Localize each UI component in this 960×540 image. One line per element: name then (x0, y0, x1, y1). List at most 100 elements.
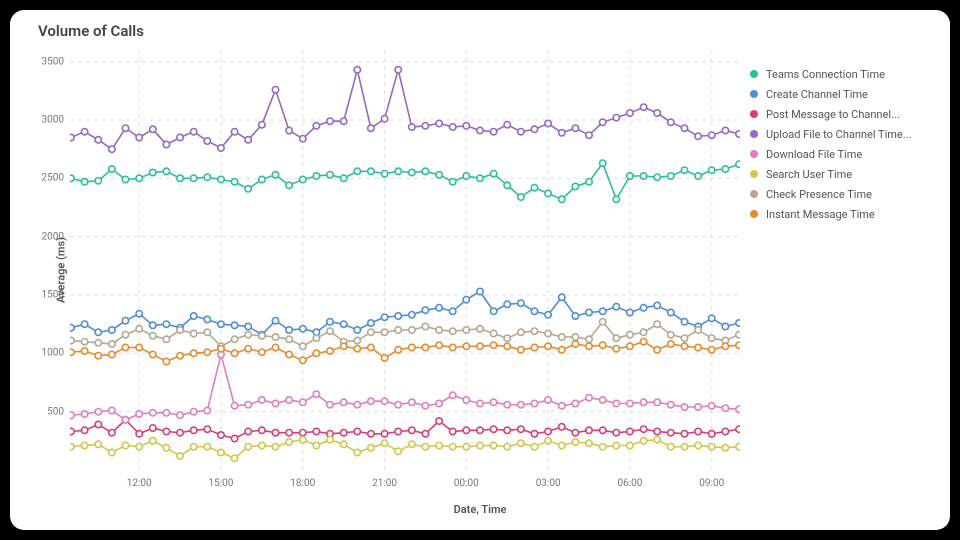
data-point (572, 125, 578, 131)
data-point (654, 347, 660, 353)
legend-item[interactable]: Upload File to Channel Time... (746, 124, 936, 144)
data-point (613, 346, 619, 352)
data-point (477, 175, 483, 181)
data-point (654, 428, 660, 434)
data-point (463, 123, 469, 129)
legend-color-dot (750, 130, 758, 138)
data-point (191, 175, 197, 181)
data-point (600, 444, 606, 450)
y-tick-label: 2500 (42, 173, 64, 184)
data-point (163, 141, 169, 147)
data-point (354, 337, 360, 343)
data-point (436, 442, 442, 448)
data-point (313, 391, 319, 397)
data-point (559, 347, 565, 353)
data-point (722, 445, 728, 451)
data-point (313, 335, 319, 341)
data-point (709, 315, 715, 321)
data-point (409, 312, 415, 318)
data-point (368, 168, 374, 174)
legend-item[interactable]: Instant Message Time (746, 204, 936, 224)
data-point (150, 322, 156, 328)
data-point (722, 127, 728, 133)
legend-item[interactable]: Download File Time (746, 144, 936, 164)
data-point (722, 405, 728, 411)
data-point (259, 442, 265, 448)
data-point (95, 329, 101, 335)
data-point (313, 428, 319, 434)
legend-item[interactable]: Create Channel Time (746, 84, 936, 104)
data-point (600, 119, 606, 125)
data-point (613, 430, 619, 436)
data-point (259, 176, 265, 182)
data-point (109, 146, 115, 152)
data-point (531, 400, 537, 406)
data-point (395, 402, 401, 408)
legend-color-dot (750, 70, 758, 78)
data-point (122, 332, 128, 338)
data-point (709, 132, 715, 138)
y-tick-label: 3500 (42, 56, 64, 67)
data-point (368, 445, 374, 451)
data-point (313, 350, 319, 356)
data-point (695, 344, 701, 350)
data-point (354, 402, 360, 408)
data-point (504, 402, 510, 408)
data-point (450, 179, 456, 185)
data-point (272, 430, 278, 436)
chart-legend: Teams Connection TimeCreate Channel Time… (746, 64, 936, 224)
legend-item[interactable]: Teams Connection Time (746, 64, 936, 84)
data-point (327, 402, 333, 408)
data-point (572, 341, 578, 347)
data-point (640, 339, 646, 345)
x-tick-label: 06:00 (617, 478, 642, 489)
legend-color-dot (750, 110, 758, 118)
data-point (191, 129, 197, 135)
data-point (477, 127, 483, 133)
data-point (709, 347, 715, 353)
data-point (204, 444, 210, 450)
data-point (531, 344, 537, 350)
data-point (150, 438, 156, 444)
data-point (327, 437, 333, 443)
data-point (477, 442, 483, 448)
data-point (518, 194, 524, 200)
data-point (300, 399, 306, 405)
legend-item[interactable]: Search User Time (746, 164, 936, 184)
data-point (504, 122, 510, 128)
data-point (245, 402, 251, 408)
data-point (231, 179, 237, 185)
data-point (177, 412, 183, 418)
data-point (722, 428, 728, 434)
data-point (395, 67, 401, 73)
data-point (191, 313, 197, 319)
data-point (81, 348, 87, 354)
data-point (395, 327, 401, 333)
data-point (191, 330, 197, 336)
data-point (409, 441, 415, 447)
data-point (259, 122, 265, 128)
data-point (545, 343, 551, 349)
legend-item[interactable]: Check Presence Time (746, 184, 936, 204)
data-point (177, 327, 183, 333)
data-point (490, 399, 496, 405)
data-point (627, 428, 633, 434)
x-tick-label: 18:00 (290, 478, 315, 489)
data-point (709, 403, 715, 409)
legend-label: Post Message to Channel... (766, 108, 900, 121)
data-point (218, 145, 224, 151)
data-point (286, 182, 292, 188)
data-point (572, 183, 578, 189)
data-point (627, 110, 633, 116)
data-point (545, 428, 551, 434)
data-point (695, 133, 701, 139)
data-point (341, 430, 347, 436)
data-point (109, 449, 115, 455)
data-point (736, 332, 740, 338)
data-point (627, 309, 633, 315)
legend-color-dot (750, 150, 758, 158)
data-point (477, 326, 483, 332)
data-point (450, 308, 456, 314)
legend-item[interactable]: Post Message to Channel... (746, 104, 936, 124)
data-point (70, 412, 74, 418)
